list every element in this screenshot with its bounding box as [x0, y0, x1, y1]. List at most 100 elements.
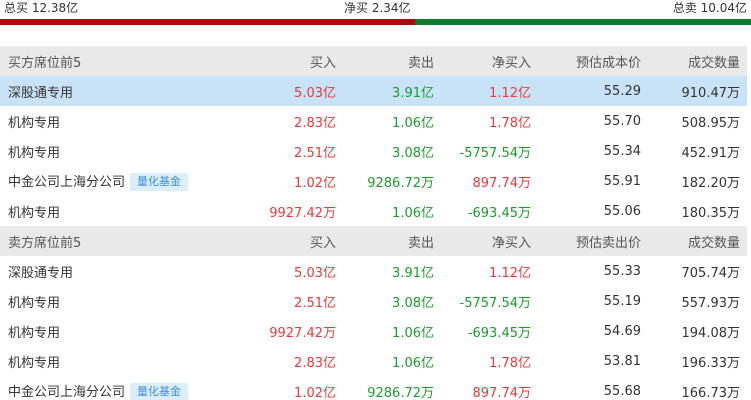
sell-amount-cell: 9286.72万 [367, 385, 434, 400]
volume-cell: 557.93万 [681, 295, 741, 311]
seat-name-cell[interactable]: 机构专用 [0, 316, 200, 346]
net-buy-cell: 1.78亿 [489, 115, 531, 131]
buy-sell-ratio-bar [0, 19, 751, 25]
net-buy-cell: 1.12亿 [489, 265, 531, 281]
buy-amount-cell: 9927.42万 [269, 205, 336, 221]
seat-name-cell[interactable]: 中金公司上海分公司 量化基金 [0, 166, 200, 196]
table-row[interactable]: 机构专用 9927.42万 1.06亿 -693.45万 54.69 194.08万 [0, 316, 747, 346]
net-buy-cell: -5757.54万 [459, 295, 531, 311]
buy-amount-cell: 5.03亿 [200, 76, 336, 106]
seats-table: 买方席位前5 买入 卖出 净买入 预估成本价 成交数量 深股通专用 5.03亿 3.91亿 1.1… [0, 46, 747, 400]
seat-name-cell[interactable]: 机构专用 [0, 196, 200, 226]
net-buy-column-header[interactable]: 净买入 [434, 226, 531, 256]
price-column-header[interactable]: 预估卖出价 [531, 226, 641, 256]
price-cell: 55.34 [603, 143, 641, 159]
net-buy-cell: -5757.54万 [459, 145, 531, 161]
table-row[interactable]: 深股通专用 5.03亿 3.91亿 1.12亿 55.33 705.74万 [0, 256, 747, 286]
volume-column-header[interactable]: 成交数量 [641, 226, 747, 256]
net-buy-cell: -693.45万 [467, 205, 531, 221]
seat-column-header: 买方席位前5 [0, 46, 200, 76]
price-cell: 55.70 [603, 113, 641, 129]
price-cell: 54.69 [603, 323, 641, 339]
buy-amount-cell: 9927.42万 [269, 325, 336, 341]
buy-amount-cell: 1.02亿 [294, 175, 336, 191]
sell-amount-cell: 3.91亿 [392, 265, 434, 281]
sell-amount-cell: 1.06亿 [392, 355, 434, 371]
net-buy-cell: 897.74万 [472, 175, 532, 191]
volume-cell: 182.20万 [681, 175, 741, 191]
seat-name[interactable]: 机构专用 [8, 296, 60, 311]
table-row[interactable]: 机构专用 2.83亿 1.06亿 1.78亿 53.81 196.33万 [0, 346, 747, 376]
buy-column-header[interactable]: 买入 [200, 226, 336, 256]
quant-fund-badge: 量化基金 [130, 173, 189, 191]
table-row[interactable]: 机构专用 2.83亿 1.06亿 1.78亿 55.70 508.95万 [0, 106, 747, 136]
table-row[interactable]: 机构专用 2.51亿 3.08亿 -5757.54万 55.19 557.93万 [0, 286, 747, 316]
price-cell: 55.68 [603, 383, 641, 399]
sell-amount-cell: 1.06亿 [392, 325, 434, 341]
seat-name-cell[interactable]: 深股通专用 [0, 256, 200, 286]
seat-name-cell[interactable]: 机构专用 [0, 106, 200, 136]
table-row[interactable]: 中金公司上海分公司 量化基金 1.02亿 9286.72万 897.74万 55.68 16… [0, 376, 747, 400]
seat-name[interactable]: 中金公司上海分公司 [8, 385, 125, 400]
buy-section-header-row: 买方席位前5 买入 卖出 净买入 预估成本价 成交数量 [0, 46, 747, 76]
seat-name-cell[interactable]: 机构专用 [0, 286, 200, 316]
buy-amount-cell: 5.03亿 [294, 265, 336, 281]
price-cell: 55.33 [603, 263, 641, 279]
buy-column-header[interactable]: 买入 [200, 46, 336, 76]
buy-amount-cell: 1.02亿 [294, 385, 336, 400]
seat-name[interactable]: 中金公司上海分公司 [8, 175, 125, 190]
volume-cell: 705.74万 [681, 265, 741, 281]
seat-name-cell[interactable]: 中金公司上海分公司 量化基金 [0, 376, 200, 400]
seat-name-cell[interactable]: 深股通专用 [0, 76, 200, 106]
total-sell-label: 总卖 10.04亿 [672, 1, 747, 15]
seat-name[interactable]: 深股通专用 [8, 86, 73, 101]
volume-cell: 194.08万 [681, 325, 741, 341]
net-buy-cell: -693.45万 [467, 325, 531, 341]
buy-ratio-fill [0, 19, 415, 25]
quant-fund-badge: 量化基金 [130, 383, 189, 400]
sell-section-header-row: 卖方席位前5 买入 卖出 净买入 预估卖出价 成交数量 [0, 226, 747, 256]
table-row[interactable]: 中金公司上海分公司 量化基金 1.02亿 9286.72万 897.74万 55.91 18… [0, 166, 747, 196]
sell-amount-cell: 3.08亿 [392, 145, 434, 161]
volume-column-header[interactable]: 成交数量 [641, 46, 747, 76]
sell-amount-cell: 1.06亿 [392, 205, 434, 221]
volume-cell: 452.91万 [681, 145, 741, 161]
trade-summary: 总买 12.38亿 净买 2.34亿 总卖 10.04亿 [0, 0, 751, 17]
net-buy-label: 净买 2.34亿 [344, 1, 411, 15]
buy-amount-cell: 2.83亿 [294, 115, 336, 131]
seat-name-cell[interactable]: 机构专用 [0, 136, 200, 166]
price-column-header[interactable]: 预估成本价 [531, 46, 641, 76]
volume-cell: 180.35万 [681, 205, 741, 221]
seat-name[interactable]: 机构专用 [8, 116, 60, 131]
total-buy-label: 总买 12.38亿 [4, 1, 79, 15]
table-row[interactable]: 机构专用 9927.42万 1.06亿 -693.45万 55.06 180.35万 [0, 196, 747, 226]
table-row[interactable]: 机构专用 2.51亿 3.08亿 -5757.54万 55.34 452.91万 [0, 136, 747, 166]
net-buy-cell: 1.78亿 [489, 355, 531, 371]
seat-name-cell[interactable]: 机构专用 [0, 346, 200, 376]
sell-ratio-fill [414, 19, 751, 25]
net-buy-column-header[interactable]: 净买入 [434, 46, 531, 76]
seat-name[interactable]: 机构专用 [8, 356, 60, 371]
price-cell: 55.19 [603, 293, 641, 309]
sell-amount-cell: 3.91亿 [336, 76, 434, 106]
price-cell: 53.81 [603, 353, 641, 369]
volume-cell: 910.47万 [641, 76, 747, 106]
price-cell: 55.91 [603, 173, 641, 189]
seat-name[interactable]: 机构专用 [8, 326, 60, 341]
buy-amount-cell: 2.83亿 [294, 355, 336, 371]
volume-cell: 166.73万 [681, 385, 741, 400]
price-cell: 55.06 [603, 203, 641, 219]
volume-cell: 508.95万 [681, 115, 741, 131]
seat-column-header: 卖方席位前5 [0, 226, 200, 256]
sell-amount-cell: 9286.72万 [367, 175, 434, 191]
price-cell: 55.29 [531, 76, 641, 106]
seat-name[interactable]: 机构专用 [8, 206, 60, 221]
seat-name[interactable]: 深股通专用 [8, 266, 73, 281]
net-buy-cell: 1.12亿 [434, 76, 531, 106]
sell-amount-cell: 3.08亿 [392, 295, 434, 311]
sell-column-header[interactable]: 卖出 [336, 46, 434, 76]
table-row[interactable]: 深股通专用 5.03亿 3.91亿 1.12亿 55.29 910.47万 [0, 76, 747, 106]
sell-column-header[interactable]: 卖出 [336, 226, 434, 256]
net-buy-cell: 897.74万 [472, 385, 532, 400]
seat-name[interactable]: 机构专用 [8, 146, 60, 161]
